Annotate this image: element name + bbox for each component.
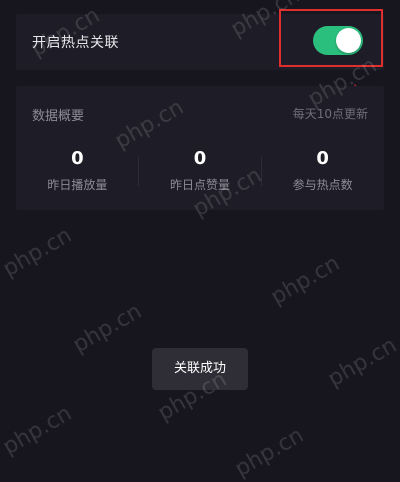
stat-label: 昨日点赞量 (170, 178, 231, 192)
overview-stats: 0 昨日播放量 0 昨日点赞量 0 参与热点数 (16, 148, 384, 196)
stat-label: 昨日播放量 (47, 178, 108, 192)
watermark: php.cn (68, 298, 147, 359)
toggle-knob (336, 28, 361, 53)
hotspot-link-toggle[interactable] (313, 26, 363, 55)
overview-update-note: 每天10点更新 (292, 107, 368, 121)
success-toast: 关联成功 (152, 348, 248, 390)
stat-divider (138, 156, 139, 186)
watermark: php.cn (0, 222, 77, 283)
watermark: php.cn (266, 250, 345, 311)
overview-title: 数据概要 (32, 109, 85, 124)
stat-value: 0 (193, 148, 207, 169)
watermark: php.cn (230, 422, 309, 482)
stat-value: 0 (71, 148, 84, 169)
stat-yesterday-likes: 0 昨日点赞量 (139, 148, 262, 196)
watermark: php.cn (323, 332, 400, 393)
watermark: php.cn (0, 400, 77, 461)
stat-yesterday-plays: 0 昨日播放量 (16, 148, 139, 196)
stat-hotspots-joined: 0 参与热点数 (261, 148, 384, 196)
data-overview-card: 数据概要 每天10点更新 0 昨日播放量 0 昨日点赞量 0 参与热点数 (16, 86, 384, 210)
hotspot-link-label: 开启热点关联 (32, 35, 119, 51)
stat-value: 0 (316, 148, 329, 169)
stat-divider (261, 156, 262, 186)
hotspot-link-row: 开启热点关联 (16, 14, 384, 70)
stat-label: 参与热点数 (292, 178, 353, 192)
